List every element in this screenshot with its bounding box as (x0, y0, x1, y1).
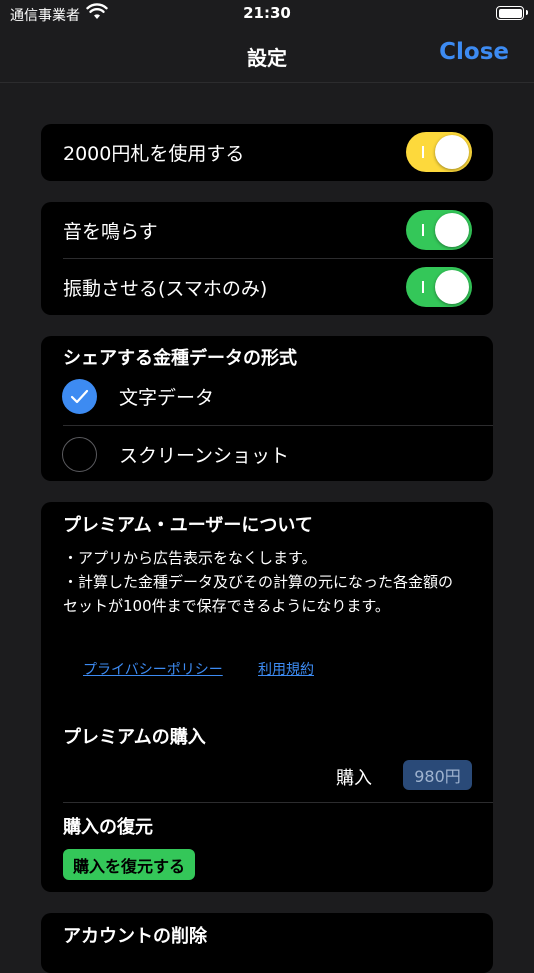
setting-row-sound: 音を鳴らす (41, 202, 493, 258)
status-time: 21:30 (243, 4, 291, 22)
radio-row-screenshot[interactable]: スクリーンショット (62, 425, 493, 481)
radio-screenshot[interactable] (62, 437, 97, 472)
restore-heading: 購入の復元 (63, 817, 153, 838)
setting-row-2000-yen: 2000円札を使用する (41, 124, 493, 180)
toggle-vibration[interactable] (406, 267, 472, 307)
toggle-sound[interactable] (406, 210, 472, 250)
restore-purchase-button[interactable]: 購入を復元する (63, 849, 196, 880)
setting-label-2000-yen: 2000円札を使用する (63, 143, 245, 165)
close-button[interactable]: Close (439, 39, 509, 65)
radio-label-screenshot: スクリーンショット (119, 445, 290, 467)
premium-heading: プレミアム・ユーザーについて (63, 515, 313, 536)
setting-label-vibration: 振動させる(スマホのみ) (63, 278, 268, 300)
account-deletion-heading: アカウントの削除 (63, 926, 207, 947)
share-format-heading: シェアする金種データの形式 (63, 348, 297, 369)
radio-row-text[interactable]: 文字データ (41, 368, 493, 425)
purchase-price-button[interactable]: 980円 (403, 760, 472, 790)
setting-label-sound: 音を鳴らす (63, 221, 158, 243)
nav-bar: 設定 Close (0, 28, 534, 83)
divider (63, 802, 493, 803)
battery-icon (496, 6, 528, 20)
card-premium: プレミアム・ユーザーについて ・アプリから広告表示をなくします。 ・計算した金種… (41, 502, 493, 892)
card-2000-yen: 2000円札を使用する (41, 124, 493, 181)
premium-desc-storage: ・計算した金種データ及びその計算の元になった各金額のセットが100件まで保存でき… (63, 573, 454, 615)
radio-label-text: 文字データ (119, 387, 215, 409)
card-feedback: 音を鳴らす 振動させる(スマホのみ) (41, 202, 493, 315)
purchase-label: 購入 (336, 768, 372, 789)
card-account-deletion: アカウントの削除 (41, 913, 493, 973)
checkmark-icon (70, 389, 89, 404)
terms-link[interactable]: 利用規約 (258, 659, 314, 679)
purchase-heading: プレミアムの購入 (63, 727, 206, 748)
premium-desc-ads: ・アプリから広告表示をなくします。 (63, 549, 317, 567)
status-bar: 通信事業者 21:30 (0, 0, 534, 28)
setting-row-vibration: 振動させる(スマホのみ) (63, 258, 493, 314)
radio-text-selected[interactable] (62, 379, 97, 414)
privacy-policy-link[interactable]: プライバシーポリシー (83, 659, 223, 679)
card-share-format: シェアする金種データの形式 文字データ スクリーンショット (41, 336, 493, 481)
toggle-2000-yen[interactable] (406, 132, 472, 172)
